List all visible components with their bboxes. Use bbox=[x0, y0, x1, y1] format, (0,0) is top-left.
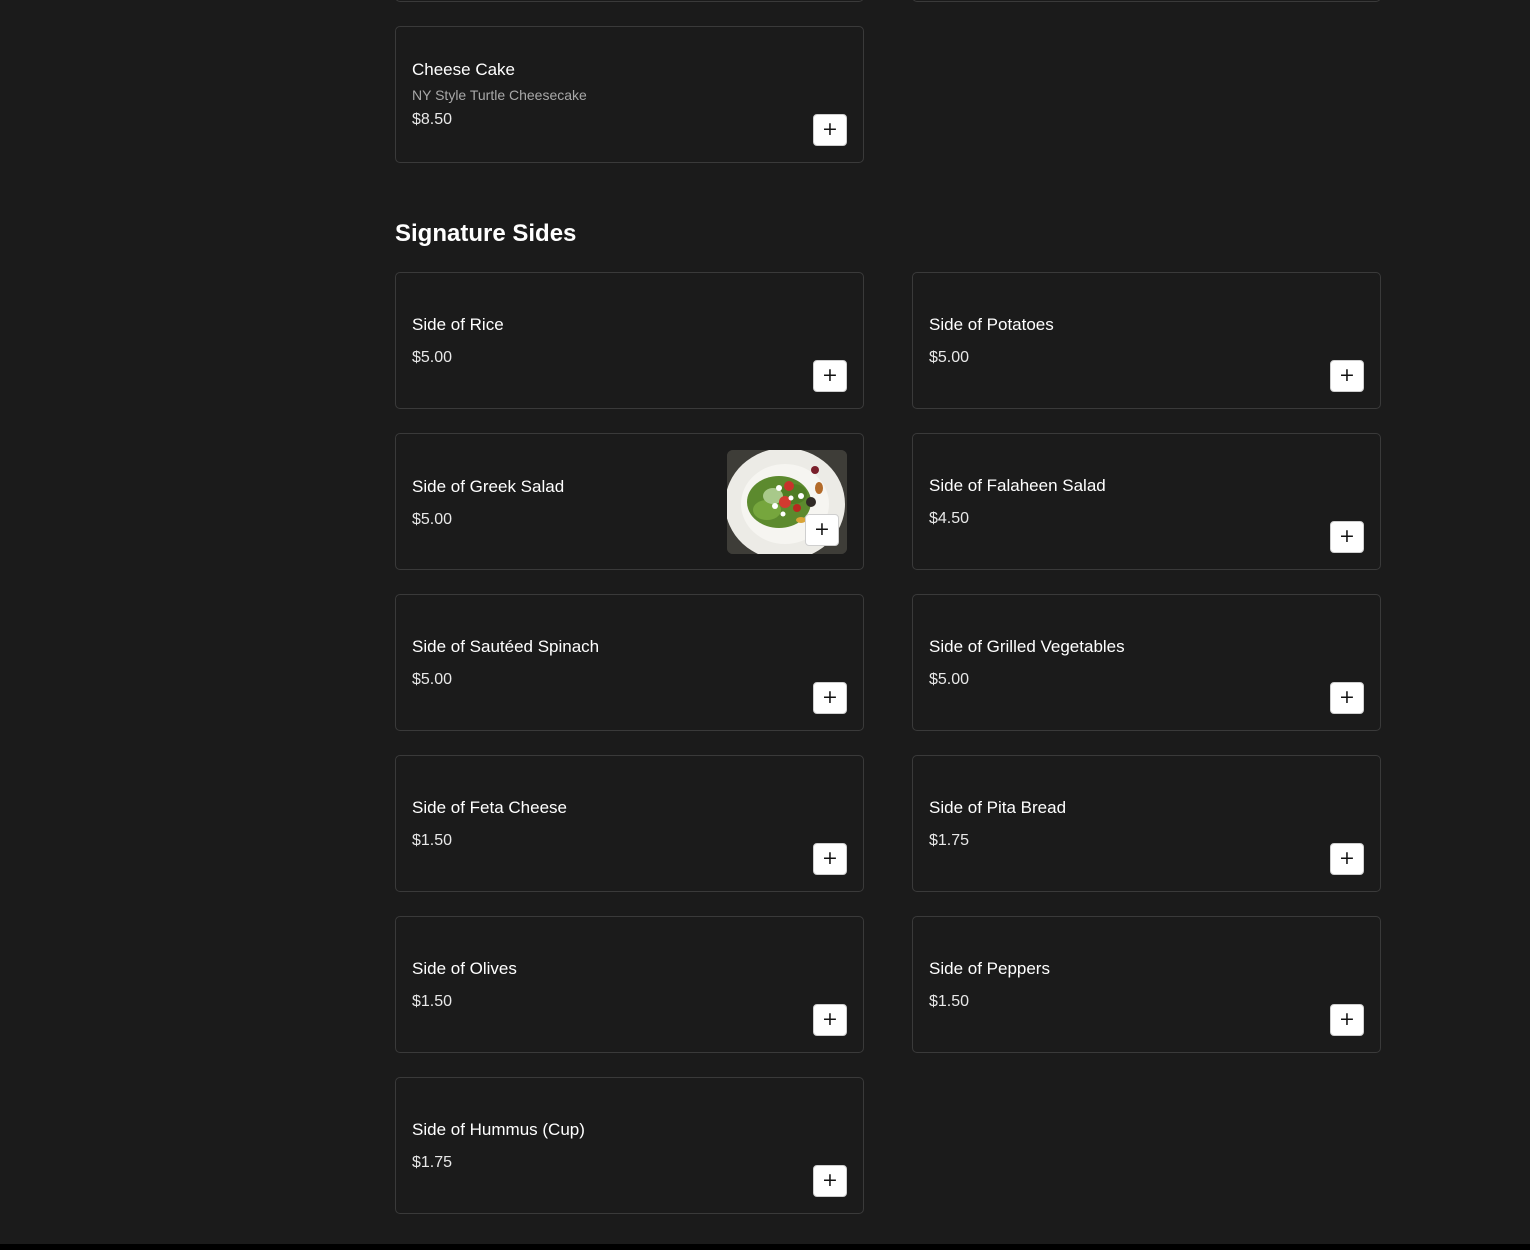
menu-item-card-side-of-peppers[interactable]: Side of Peppers $1.50 + bbox=[912, 916, 1381, 1053]
add-item-button[interactable]: + bbox=[1330, 1004, 1364, 1036]
plus-icon: + bbox=[822, 1008, 838, 1030]
item-name: Side of Greek Salad bbox=[412, 477, 565, 496]
item-name: Side of Hummus (Cup) bbox=[412, 1120, 585, 1139]
menu-item-card-cheese-cake[interactable]: Cheese Cake NY Style Turtle Cheesecake $… bbox=[395, 26, 864, 163]
item-name: Side of Feta Cheese bbox=[412, 798, 567, 817]
item-name: Side of Potatoes bbox=[929, 315, 1054, 334]
item-price: $5.00 bbox=[412, 671, 453, 688]
menu-item-card-side-of-olives[interactable]: Side of Olives $1.50 + bbox=[395, 916, 864, 1053]
item-name: Side of Sautéed Spinach bbox=[412, 637, 600, 656]
add-item-button[interactable]: + bbox=[1330, 360, 1364, 392]
add-item-button[interactable]: + bbox=[1330, 843, 1364, 875]
item-price: $8.50 bbox=[412, 111, 453, 128]
plus-icon: + bbox=[814, 518, 830, 540]
add-item-button[interactable]: + bbox=[813, 114, 847, 146]
item-price: $5.00 bbox=[412, 511, 453, 528]
plus-icon: + bbox=[822, 364, 838, 386]
menu-item-card-partial[interactable] bbox=[912, 0, 1381, 2]
menu-item-card-side-of-pita-bread[interactable]: Side of Pita Bread $1.75 + bbox=[912, 755, 1381, 892]
bottom-bar bbox=[0, 1244, 1530, 1250]
item-name: Cheese Cake bbox=[412, 60, 516, 79]
item-description: NY Style Turtle Cheesecake bbox=[412, 87, 587, 103]
add-item-button[interactable]: + bbox=[813, 1165, 847, 1197]
menu-item-card-side-of-potatoes[interactable]: Side of Potatoes $5.00 + bbox=[912, 272, 1381, 409]
item-price: $1.50 bbox=[929, 993, 970, 1010]
item-name: Side of Peppers bbox=[929, 959, 1050, 978]
menu-item-card-side-of-hummus-cup[interactable]: Side of Hummus (Cup) $1.75 + bbox=[395, 1077, 864, 1214]
plus-icon: + bbox=[822, 118, 838, 140]
item-price: $5.00 bbox=[929, 349, 970, 366]
add-item-button[interactable]: + bbox=[813, 1004, 847, 1036]
item-name: Side of Rice bbox=[412, 315, 504, 334]
plus-icon: + bbox=[1339, 686, 1355, 708]
menu-item-card-side-of-grilled-vegetables[interactable]: Side of Grilled Vegetables $5.00 + bbox=[912, 594, 1381, 731]
plus-icon: + bbox=[1339, 847, 1355, 869]
add-item-button[interactable]: + bbox=[805, 514, 839, 546]
plus-icon: + bbox=[1339, 1008, 1355, 1030]
plus-icon: + bbox=[1339, 525, 1355, 547]
add-item-button[interactable]: + bbox=[1330, 682, 1364, 714]
menu-item-card-side-of-greek-salad[interactable]: Side of Greek Salad $5.00 + bbox=[395, 433, 864, 570]
item-price: $5.00 bbox=[412, 349, 453, 366]
menu-item-card-partial[interactable] bbox=[395, 0, 864, 2]
plus-icon: + bbox=[822, 686, 838, 708]
menu-page: Cheese Cake NY Style Turtle Cheesecake $… bbox=[0, 0, 1530, 1250]
item-name: Side of Grilled Vegetables bbox=[929, 637, 1125, 656]
item-price: $1.50 bbox=[412, 832, 453, 849]
plus-icon: + bbox=[822, 847, 838, 869]
item-price: $5.00 bbox=[929, 671, 970, 688]
item-price: $1.50 bbox=[412, 993, 453, 1010]
add-item-button[interactable]: + bbox=[813, 360, 847, 392]
item-image[interactable]: + bbox=[727, 450, 847, 554]
item-name: Side of Pita Bread bbox=[929, 798, 1067, 817]
item-price: $1.75 bbox=[412, 1154, 453, 1171]
plus-icon: + bbox=[822, 1169, 838, 1191]
menu-item-card-side-of-rice[interactable]: Side of Rice $5.00 + bbox=[395, 272, 864, 409]
add-item-button[interactable]: + bbox=[1330, 521, 1364, 553]
section-title: Signature Sides bbox=[395, 220, 577, 247]
item-name: Side of Olives bbox=[412, 959, 517, 978]
item-name: Side of Falaheen Salad bbox=[929, 476, 1106, 495]
menu-item-card-side-of-falaheen-salad[interactable]: Side of Falaheen Salad $4.50 + bbox=[912, 433, 1381, 570]
menu-item-card-side-of-feta-cheese[interactable]: Side of Feta Cheese $1.50 + bbox=[395, 755, 864, 892]
add-item-button[interactable]: + bbox=[813, 682, 847, 714]
menu-item-card-side-of-sauteed-spinach[interactable]: Side of Sautéed Spinach $5.00 + bbox=[395, 594, 864, 731]
add-item-button[interactable]: + bbox=[813, 843, 847, 875]
item-price: $4.50 bbox=[929, 510, 970, 527]
plus-icon: + bbox=[1339, 364, 1355, 386]
item-price: $1.75 bbox=[929, 832, 970, 849]
